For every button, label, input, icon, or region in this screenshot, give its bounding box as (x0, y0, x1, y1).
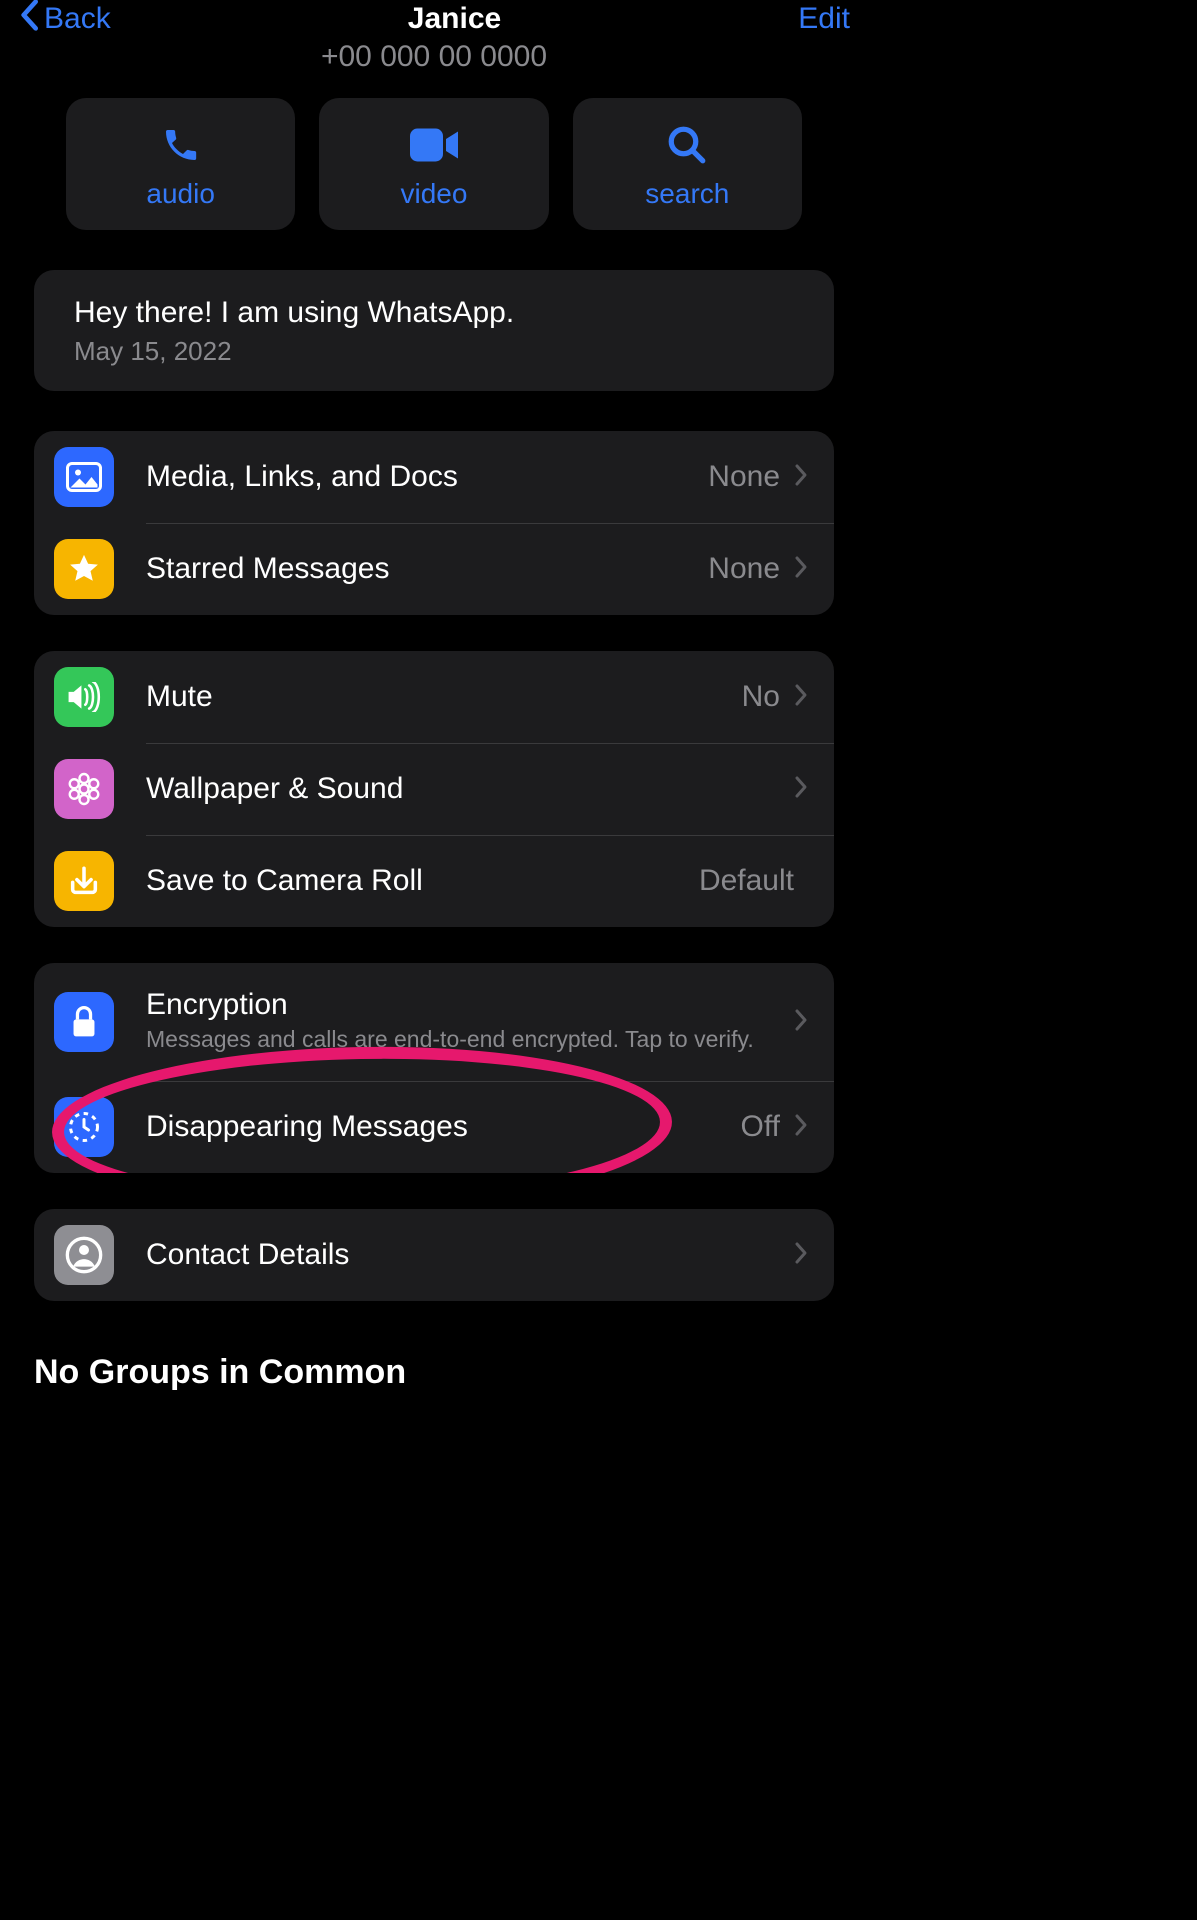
nav-title: Janice (408, 2, 501, 36)
search-icon (666, 122, 708, 168)
chevron-right-icon (794, 1113, 808, 1142)
row-contact-details[interactable]: Contact Details (34, 1209, 834, 1301)
row-starred-messages[interactable]: Starred Messages None (34, 523, 834, 615)
timer-icon (54, 1097, 114, 1157)
groups-section-title: No Groups in Common (34, 1353, 834, 1392)
flower-icon (54, 759, 114, 819)
audio-call-button[interactable]: audio (66, 98, 295, 230)
photo-icon (54, 447, 114, 507)
star-icon (54, 539, 114, 599)
person-circle-icon (54, 1225, 114, 1285)
video-icon (410, 122, 458, 168)
group-media: Media, Links, and Docs None Starred Mess… (34, 431, 834, 615)
encryption-label: Encryption (146, 988, 794, 1022)
navigation-bar: Back Janice Edit (0, 0, 868, 38)
group-contact: Contact Details (34, 1209, 834, 1301)
chevron-right-icon (794, 683, 808, 712)
chevron-left-icon (18, 0, 40, 39)
group-security: Encryption Messages and calls are end-to… (34, 963, 834, 1173)
status-card[interactable]: Hey there! I am using WhatsApp. May 15, … (34, 270, 834, 391)
row-save-camera-roll[interactable]: Save to Camera Roll Default (34, 835, 834, 927)
mute-label: Mute (146, 680, 742, 714)
disappearing-value: Off (741, 1110, 780, 1144)
action-row: audio video search (0, 98, 868, 230)
video-label: video (401, 178, 468, 210)
save-value: Default (699, 864, 794, 898)
save-label: Save to Camera Roll (146, 864, 699, 898)
starred-label: Starred Messages (146, 552, 708, 586)
phone-number: +00 000 00 0000 (0, 38, 868, 98)
chevron-right-icon (794, 775, 808, 804)
row-wallpaper-sound[interactable]: Wallpaper & Sound (34, 743, 834, 835)
video-call-button[interactable]: video (319, 98, 548, 230)
speaker-icon (54, 667, 114, 727)
back-button[interactable]: Back (18, 0, 111, 39)
encryption-sub: Messages and calls are end-to-end encryp… (146, 1024, 794, 1055)
row-encryption[interactable]: Encryption Messages and calls are end-to… (34, 963, 834, 1081)
search-button[interactable]: search (573, 98, 802, 230)
chevron-right-icon (794, 463, 808, 492)
search-label: search (645, 178, 729, 210)
edit-button[interactable]: Edit (798, 2, 850, 36)
back-label: Back (44, 2, 111, 36)
group-settings: Mute No Wallpaper & Sound Save to Camera… (34, 651, 834, 927)
wallpaper-label: Wallpaper & Sound (146, 772, 794, 806)
media-label: Media, Links, and Docs (146, 460, 708, 494)
chevron-right-icon (794, 1241, 808, 1270)
chevron-right-icon (794, 555, 808, 584)
row-media-links-docs[interactable]: Media, Links, and Docs None (34, 431, 834, 523)
lock-icon (54, 992, 114, 1052)
row-disappearing-messages[interactable]: Disappearing Messages Off (34, 1081, 834, 1173)
media-value: None (708, 460, 780, 494)
row-mute[interactable]: Mute No (34, 651, 834, 743)
contact-label: Contact Details (146, 1238, 794, 1272)
audio-label: audio (146, 178, 215, 210)
disappearing-label: Disappearing Messages (146, 1110, 741, 1144)
phone-icon (161, 122, 201, 168)
download-icon (54, 851, 114, 911)
starred-value: None (708, 552, 780, 586)
chevron-right-icon (794, 1008, 808, 1037)
status-text: Hey there! I am using WhatsApp. (74, 296, 794, 330)
status-date: May 15, 2022 (74, 336, 794, 367)
mute-value: No (742, 680, 780, 714)
